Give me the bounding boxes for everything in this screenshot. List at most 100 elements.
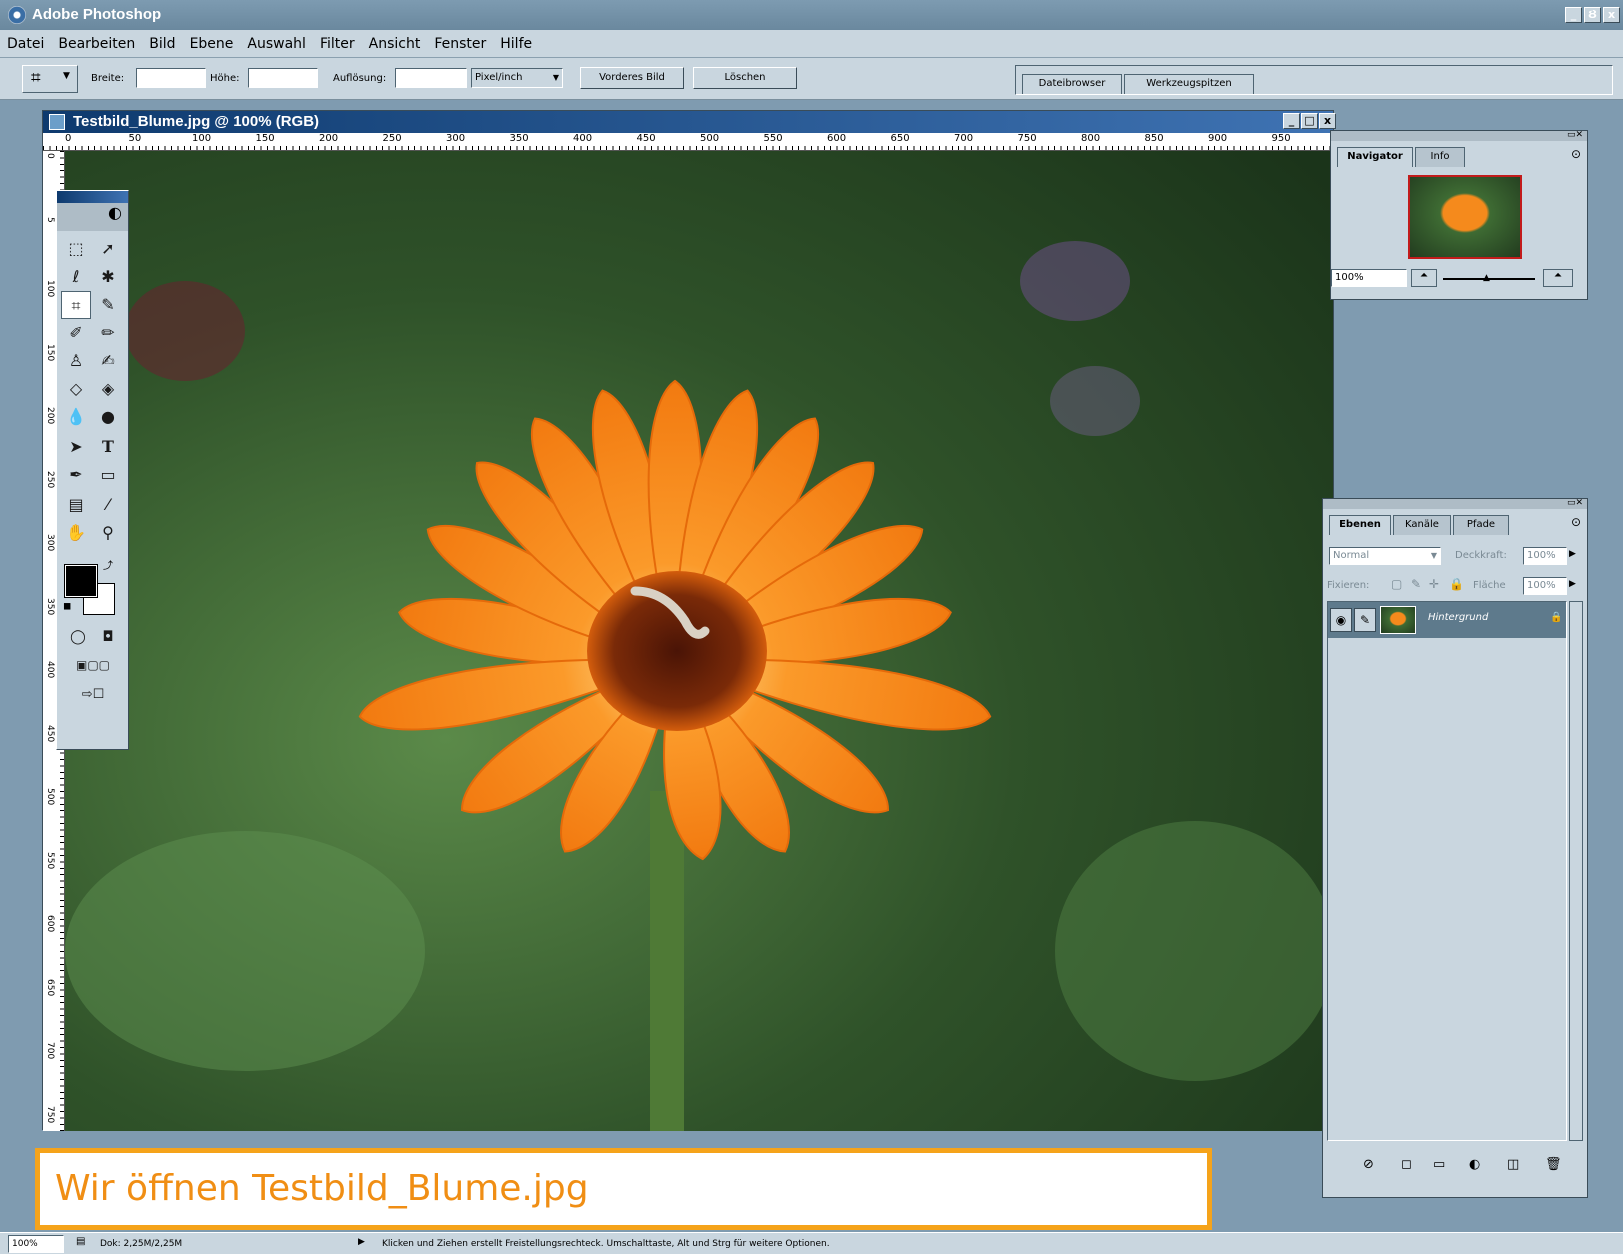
doc-size[interactable]: Dok: 2,25M/2,25M: [100, 1237, 182, 1251]
eyedropper-icon[interactable]: ⁄: [93, 491, 123, 519]
width-input[interactable]: [136, 68, 206, 88]
document-icon: ▤: [76, 1236, 86, 1247]
tab-werkzeugspitzen[interactable]: Werkzeugspitzen: [1124, 74, 1254, 94]
tab-pfade[interactable]: Pfade: [1453, 515, 1509, 535]
toolbox-header[interactable]: [57, 191, 128, 203]
shape-tool-icon[interactable]: ▭: [93, 461, 123, 489]
new-set-icon[interactable]: ▭: [1433, 1157, 1445, 1172]
opacity-input[interactable]: 100%: [1523, 547, 1567, 565]
menu-ansicht[interactable]: Ansicht: [362, 30, 428, 58]
document-title-bar[interactable]: Testbild_Blume.jpg @ 100% (RGB) _ □ x: [43, 111, 1336, 133]
notes-tool-icon[interactable]: ▤: [61, 491, 91, 519]
move-tool-icon[interactable]: ➚: [93, 235, 123, 263]
zoom-slider[interactable]: ▲: [1443, 273, 1535, 283]
zoom-tool-icon[interactable]: ⚲: [93, 519, 123, 547]
new-layer-icon[interactable]: ◫: [1507, 1157, 1519, 1172]
tab-navigator[interactable]: Navigator: [1337, 147, 1413, 167]
panel-close-icon[interactable]: ▭✕: [1567, 130, 1583, 140]
panel-menu-icon[interactable]: ⊙: [1571, 147, 1581, 161]
marquee-tool-icon[interactable]: ⬚: [61, 235, 91, 263]
tab-ebenen[interactable]: Ebenen: [1329, 515, 1391, 535]
chevron-right-icon[interactable]: ▶: [358, 1237, 365, 1247]
doc-close-button[interactable]: x: [1319, 113, 1336, 129]
path-selection-icon[interactable]: ➤: [61, 433, 91, 461]
chevron-right-icon[interactable]: ▶: [1569, 579, 1576, 589]
blur-tool-icon[interactable]: 💧: [61, 403, 91, 431]
height-input[interactable]: [248, 68, 318, 88]
menu-ebene[interactable]: Ebene: [183, 30, 241, 58]
tab-info[interactable]: Info: [1415, 147, 1465, 167]
panel-close-icon[interactable]: ▭✕: [1567, 498, 1583, 508]
minimize-button[interactable]: _: [1565, 7, 1582, 23]
swap-colors-icon[interactable]: ⤴: [103, 557, 113, 572]
unit-select[interactable]: Pixel/inch ▼: [471, 68, 563, 88]
layer-row[interactable]: ◉ ✎ Hintergrund 🔒: [1328, 602, 1566, 638]
paint-bucket-icon[interactable]: ◈: [93, 375, 123, 403]
status-zoom[interactable]: 100%: [8, 1235, 64, 1253]
menu-fenster[interactable]: Fenster: [427, 30, 493, 58]
blend-mode-value: Normal: [1333, 550, 1370, 561]
default-colors-icon[interactable]: ◼: [63, 601, 71, 612]
lock-image-icon[interactable]: ✎: [1411, 577, 1421, 591]
clear-button[interactable]: Löschen: [693, 67, 797, 89]
tab-kanaele[interactable]: Kanäle: [1393, 515, 1451, 535]
brush-tool-icon[interactable]: ✏: [93, 319, 123, 347]
doc-minimize-button[interactable]: _: [1283, 113, 1300, 129]
navigator-zoom-input[interactable]: 100%: [1331, 269, 1407, 287]
adobe-online-icon[interactable]: ◐: [57, 203, 128, 231]
brush-link-icon[interactable]: ✎: [1354, 608, 1376, 632]
zoom-slider-handle[interactable]: ▲: [1483, 273, 1490, 283]
ruler-v-label: 450: [45, 724, 55, 742]
navigator-thumbnail[interactable]: [1408, 175, 1522, 259]
tab-dateibrowser[interactable]: Dateibrowser: [1022, 74, 1122, 94]
menu-datei[interactable]: Datei: [0, 30, 51, 58]
lock-transparency-icon[interactable]: ▢: [1391, 577, 1402, 591]
adjustment-layer-icon[interactable]: ◐: [1469, 1157, 1480, 1172]
navigator-panel-header[interactable]: [1331, 131, 1587, 141]
menu-filter[interactable]: Filter: [313, 30, 362, 58]
layers-panel-header[interactable]: [1323, 499, 1587, 509]
resolution-input[interactable]: [395, 68, 467, 88]
menu-bearbeiten[interactable]: Bearbeiten: [51, 30, 142, 58]
visibility-eye-icon[interactable]: ◉: [1330, 608, 1352, 632]
fill-input[interactable]: 100%: [1523, 577, 1567, 595]
screen-modes-icon[interactable]: ▣▢▢: [63, 651, 123, 679]
chevron-right-icon[interactable]: ▶: [1569, 549, 1576, 559]
panel-menu-icon[interactable]: ⊙: [1571, 515, 1581, 529]
slice-tool-icon[interactable]: ✎: [93, 291, 123, 319]
mask-icon[interactable]: ◻: [1401, 1157, 1412, 1172]
tool-preset-picker[interactable]: ⌗ ▼: [22, 65, 78, 93]
clone-stamp-icon[interactable]: ♙: [61, 347, 91, 375]
lock-all-icon[interactable]: 🔒: [1449, 577, 1464, 591]
foreground-color-swatch[interactable]: [64, 564, 98, 598]
trash-icon[interactable]: 🗑: [1545, 1157, 1562, 1172]
quick-mask-icon[interactable]: ◘: [93, 623, 123, 651]
lasso-tool-icon[interactable]: ℓ: [61, 263, 91, 291]
crop-tool-icon[interactable]: ⌗: [61, 291, 91, 319]
layer-style-icon[interactable]: ⊘: [1363, 1157, 1374, 1172]
history-brush-icon[interactable]: ✍: [93, 347, 123, 375]
zoom-out-icon[interactable]: ⏶: [1411, 269, 1437, 287]
pen-tool-icon[interactable]: ✒: [61, 461, 91, 489]
healing-brush-icon[interactable]: ✐: [61, 319, 91, 347]
lock-position-icon[interactable]: ✛: [1429, 577, 1439, 591]
layers-scrollbar[interactable]: [1569, 601, 1583, 1141]
blend-mode-select[interactable]: Normal ▼: [1329, 547, 1441, 565]
ruler-h-label: 700: [954, 133, 974, 144]
eraser-tool-icon[interactable]: ◇: [61, 375, 91, 403]
standard-mode-icon[interactable]: ◯: [63, 623, 93, 651]
close-button[interactable]: x: [1603, 7, 1620, 23]
menu-bild[interactable]: Bild: [142, 30, 182, 58]
menu-hilfe[interactable]: Hilfe: [493, 30, 539, 58]
doc-maximize-button[interactable]: □: [1301, 113, 1318, 129]
jump-to-imageready-icon[interactable]: ⇨☐: [63, 681, 123, 709]
magic-wand-icon[interactable]: ✱: [93, 263, 123, 291]
front-image-button[interactable]: Vorderes Bild: [580, 67, 684, 89]
zoom-in-icon[interactable]: ⏶: [1543, 269, 1573, 287]
hand-tool-icon[interactable]: ✋: [61, 519, 91, 547]
dodge-tool-icon[interactable]: ●: [93, 403, 123, 431]
restore-button[interactable]: Ȣ: [1584, 7, 1601, 23]
type-tool-icon[interactable]: T: [93, 433, 123, 461]
menu-auswahl[interactable]: Auswahl: [240, 30, 313, 58]
image-canvas[interactable]: [65, 151, 1333, 1131]
